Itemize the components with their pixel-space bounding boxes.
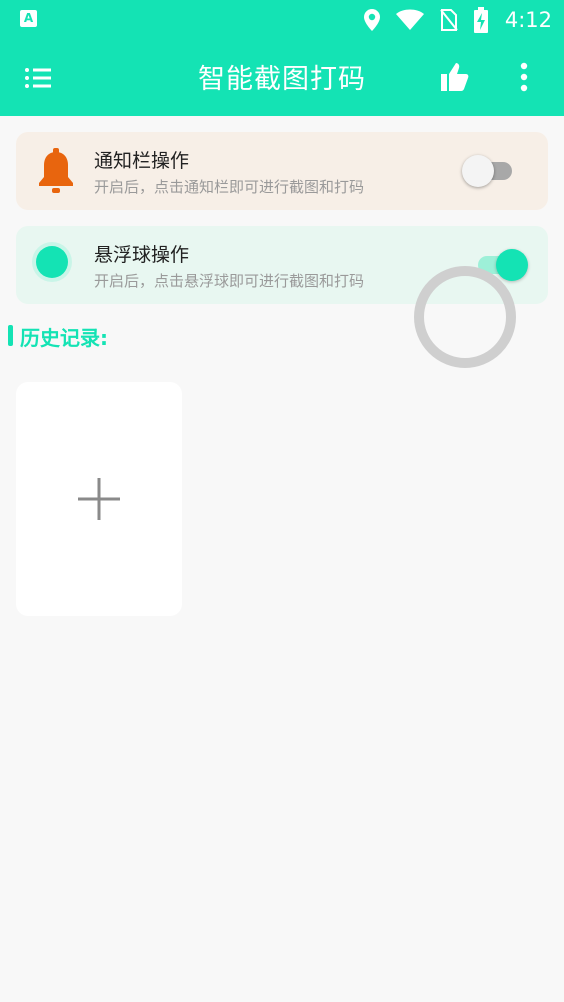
app-notification-icon: A bbox=[20, 10, 37, 27]
location-icon bbox=[363, 9, 380, 31]
wifi-icon bbox=[395, 9, 424, 30]
clock: 4:12 bbox=[504, 8, 552, 32]
floating-ball-card-subtitle: 开启后，点击悬浮球即可进行截图和打码 bbox=[94, 272, 365, 290]
app-title: 智能截图打码 bbox=[198, 64, 366, 95]
status-icons: 4:12 bbox=[363, 6, 552, 34]
plus-icon bbox=[78, 478, 120, 520]
history-title: 历史记录: bbox=[20, 326, 108, 350]
more-vertical-icon[interactable] bbox=[512, 60, 536, 94]
bell-icon bbox=[39, 148, 73, 193]
thumbs-up-icon[interactable] bbox=[438, 60, 472, 94]
floating-ball-card-title: 悬浮球操作 bbox=[94, 244, 190, 266]
notification-bar-card[interactable]: 通知栏操作 开启后，点击通知栏即可进行截图和打码 bbox=[16, 132, 548, 210]
notification-toggle[interactable] bbox=[462, 152, 518, 188]
floating-ball-overlay[interactable] bbox=[414, 266, 516, 368]
no-sim-icon bbox=[440, 9, 458, 31]
add-screenshot-tile[interactable] bbox=[16, 382, 182, 616]
notification-card-title: 通知栏操作 bbox=[94, 150, 190, 172]
status-bar: A 4:12 bbox=[0, 0, 564, 40]
floating-ball-icon bbox=[36, 246, 68, 278]
battery-charging-icon bbox=[473, 7, 488, 33]
app-bar: 智能截图打码 bbox=[0, 40, 564, 116]
toggle-thumb bbox=[462, 155, 494, 187]
toggle-thumb bbox=[496, 249, 528, 281]
notification-card-subtitle: 开启后，点击通知栏即可进行截图和打码 bbox=[94, 178, 365, 196]
history-accent-bar bbox=[8, 325, 13, 346]
